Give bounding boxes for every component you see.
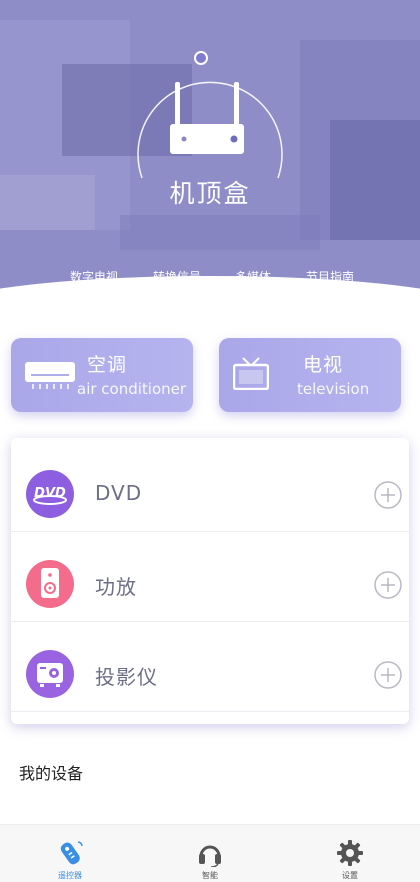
television-card[interactable]: 电视 television [219, 338, 401, 412]
dvd-icon: DVD [26, 470, 74, 518]
svg-text:DVD: DVD [34, 486, 66, 501]
tv-icon [233, 357, 269, 390]
add-icon[interactable] [373, 570, 403, 600]
section-title: 我的设备 [19, 764, 84, 783]
tab-label: 遥控器 [58, 871, 82, 880]
device-row-projector[interactable]: 投影仪 [11, 622, 409, 712]
projector-icon [26, 650, 74, 698]
add-icon[interactable] [373, 480, 403, 510]
page-title: 机顶盒 [169, 179, 251, 208]
device-label: 投影仪 [95, 665, 158, 689]
bottom-tab-bar: 遥控器 智能 设置 [0, 824, 420, 882]
television-subtitle: television [297, 380, 370, 398]
tab-remote[interactable]: 遥控器 [30, 825, 110, 882]
add-icon[interactable] [373, 660, 403, 690]
tab-label: 设置 [342, 871, 358, 880]
television-title: 电视 [303, 354, 344, 376]
device-label: DVD [95, 481, 143, 505]
tab-settings[interactable]: 设置 [310, 825, 390, 882]
router-icon [170, 82, 244, 154]
device-list: DVD DVD 功放 投影仪 [11, 438, 409, 724]
hero-banner: 机顶盒 数字电视 转换信号 多媒体 节目指南 [0, 0, 420, 310]
headset-icon [199, 845, 221, 867]
tab-label: 智能 [202, 871, 218, 880]
air-conditioner-subtitle: air conditioner [77, 380, 187, 398]
device-row-amplifier[interactable]: 功放 [11, 532, 409, 622]
hero-curve [0, 276, 420, 310]
divider [11, 711, 409, 712]
air-conditioner-card[interactable]: 空调 air conditioner [11, 338, 193, 412]
device-row-dvd[interactable]: DVD DVD [11, 442, 409, 532]
air-conditioner-title: 空调 [87, 354, 128, 376]
gear-icon [337, 840, 363, 866]
device-label: 功放 [95, 575, 137, 599]
remote-icon [60, 841, 83, 865]
speaker-icon [26, 560, 74, 608]
air-conditioner-icon [25, 362, 75, 389]
tab-smart[interactable]: 智能 [170, 825, 250, 882]
